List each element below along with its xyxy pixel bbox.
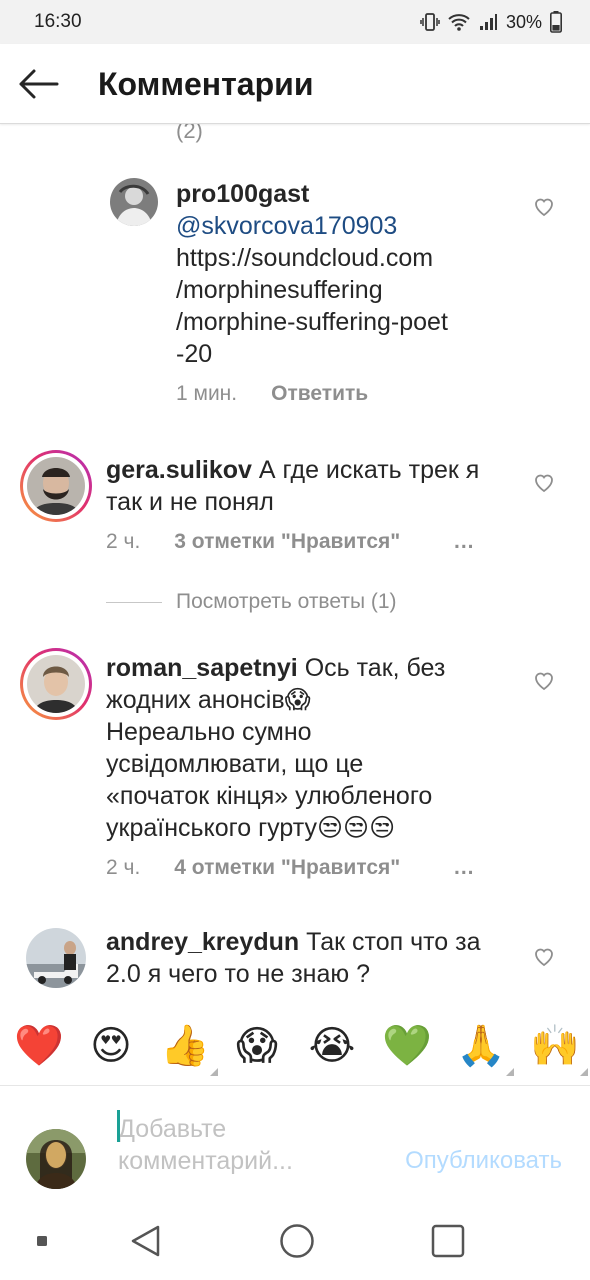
comment-line: 2.0 я чего то не знаю ? [106,960,370,988]
nav-recents-icon[interactable] [430,1223,466,1259]
comment-line: жодних анонсів😱 [106,686,311,714]
vibrate-icon [420,13,440,31]
comment-text: Ось так, без [304,654,446,682]
emoji-pray-button[interactable]: 🙏 [456,1022,514,1076]
comment-time: 2 ч. [106,530,141,553]
arrow-back-icon [19,69,59,99]
emoji-heart-eyes-button[interactable]: 😍 [87,1022,135,1070]
comment-meta: 2 ч. 4 отметки "Нравится" ... [106,856,486,880]
comment-username[interactable]: roman_sapetnyi [106,654,298,682]
system-nav-bar [0,1207,590,1280]
battery-percent: 30% [505,11,542,32]
avatar-image [26,928,86,988]
comment-input[interactable] [118,1113,368,1185]
comment-line: Нереально сумно [106,718,312,746]
comment-body: gera.sulikov А где искать трек я так и н… [106,454,526,518]
comment-meta: 2 ч. 3 отметки "Нравится" ... [106,530,486,554]
skin-tone-indicator [580,1068,588,1076]
emoji-heart-button[interactable]: ❤️ [14,1022,64,1070]
emoji-thumbs-up-button[interactable]: 👍 [160,1022,218,1076]
emoji-raised-hands-button[interactable]: 🙌 [530,1022,588,1076]
emoji-quick-bar: ❤️ 😍 👍 😱 😭 💚 🙏 🙌 [0,1010,590,1086]
comment-line: «початок кінця» улюбленого [106,782,433,810]
skin-tone-indicator [210,1068,218,1076]
comment-meta: 1 мин. Ответить [176,382,368,406]
emoji-scream-button[interactable]: 😱 [233,1022,281,1070]
comment-body: andrey_kreydun Так стоп что за 2.0 я чег… [106,926,526,990]
header: Комментарии [0,44,590,124]
emoji-green-heart-button[interactable]: 💚 [382,1022,432,1070]
nav-back-icon[interactable] [128,1223,164,1259]
avatar-story-ring[interactable] [20,450,92,522]
emoji-glyph: 👍 [160,1023,210,1069]
comment-line: https://soundcloud.com [176,244,434,272]
nav-home-icon[interactable] [278,1222,316,1260]
comment-username[interactable]: andrey_kreydun [106,928,299,956]
avatar [27,655,85,713]
avatar-image [27,655,85,713]
more-options-icon[interactable]: ... [454,530,475,554]
emoji-glyph: 🙌 [530,1023,580,1069]
like-heart-icon[interactable] [532,668,556,692]
avatar-image [27,457,85,515]
comment-line: /morphinesuffering [176,276,383,304]
battery-icon [550,11,562,33]
like-heart-icon[interactable] [532,944,556,968]
comment-mention[interactable]: @skvorcova170903 [176,212,397,240]
likes-count[interactable]: 3 отметки "Нравится" [174,530,400,554]
signal-icon [479,14,497,30]
comment-line: так и не понял [106,488,274,516]
comment-line: українського гурту😒😒😒 [106,814,396,842]
status-icons: 30% [420,10,562,34]
status-bar: 16:30 30% [0,0,590,44]
comment-username[interactable]: gera.sulikov [106,456,252,484]
avatar-story-ring[interactable] [20,648,92,720]
avatar[interactable] [110,178,158,226]
page-title: Комментарии [98,66,314,102]
comment-text: А где искать трек я [258,456,480,484]
avatar-image [110,178,158,226]
view-replies-button[interactable]: Посмотреть ответы (1) [106,590,397,614]
avatar-image [26,1129,86,1189]
comment-body: roman_sapetnyi Ось так, без жодних анонс… [106,652,536,844]
skin-tone-indicator [506,1068,514,1076]
comment-composer: Опубликовать [0,1087,590,1207]
view-replies-label: Посмотреть ответы (1) [176,590,397,613]
like-heart-icon[interactable] [532,470,556,494]
reply-button[interactable]: Ответить [271,382,368,406]
comment-body: pro100gast @skvorcova170903 https://soun… [176,178,506,370]
comment-line: усвідомлювати, що це [106,750,364,778]
comments-list[interactable]: (2) pro100gast @skvorcova170903 https://… [0,124,590,1004]
comment-line: -20 [176,340,213,368]
likes-count[interactable]: 4 отметки "Нравится" [174,856,400,880]
wifi-icon [448,14,470,31]
comment-time: 2 ч. [106,856,141,879]
like-heart-icon[interactable] [532,194,556,218]
comment-time: 1 мин. [176,382,238,405]
emoji-glyph: 🙏 [456,1023,506,1069]
replies-divider [106,601,162,603]
comment-username[interactable]: pro100gast [176,180,309,208]
publish-button[interactable]: Опубликовать [405,1147,562,1175]
back-button[interactable] [14,62,62,106]
comment-text: Так стоп что за [306,928,481,956]
emoji-crying-button[interactable]: 😭 [308,1022,356,1070]
my-avatar [26,1129,86,1189]
comment-line: /morphine-suffering-poet [176,308,448,336]
avatar[interactable] [26,928,86,988]
nav-menu-dot-icon[interactable] [36,1235,48,1247]
status-time: 16:30 [34,11,82,32]
truncated-count: (2) [176,124,203,143]
avatar [27,457,85,515]
more-options-icon[interactable]: ... [454,856,475,880]
text-cursor [117,1110,120,1142]
